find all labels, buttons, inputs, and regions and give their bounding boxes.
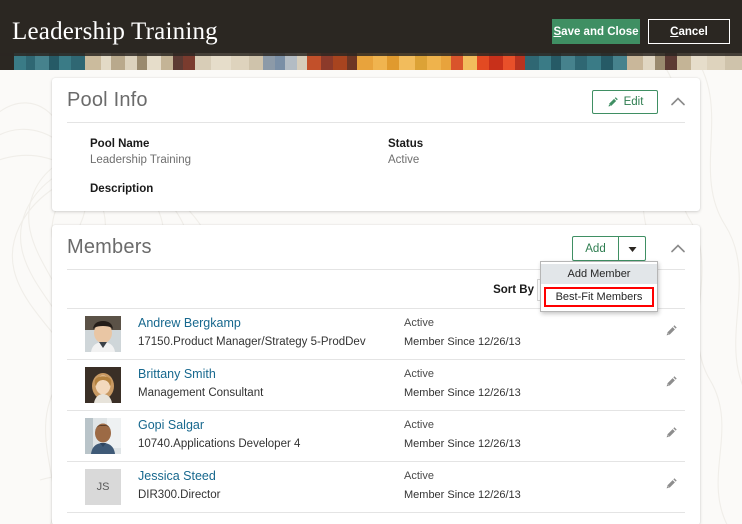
pool-info-title: Pool Info (67, 89, 148, 111)
cancel-label-rest: ancel (678, 25, 708, 38)
field-pool-name-value: Leadership Training (90, 154, 192, 166)
edit-button[interactable]: Edit (592, 90, 658, 114)
members-collapse-toggle[interactable] (668, 239, 688, 259)
member-name-link[interactable]: Gopi Salgar (138, 418, 204, 432)
decorative-banner-strip (0, 53, 742, 70)
member-job-title: DIR300.Director (138, 489, 221, 501)
field-pool-name-label: Pool Name (90, 138, 150, 150)
avatar-initials: JS (96, 481, 110, 493)
pool-info-card: Pool Info Edit Pool Name Leadership Trai… (52, 78, 700, 211)
add-dropdown-menu[interactable]: Add Member Best-Fit Members (540, 261, 658, 312)
avatar (85, 418, 121, 454)
members-title: Members (67, 236, 152, 258)
member-since: Member Since 12/26/13 (404, 438, 521, 450)
member-name-link[interactable]: Jessica Steed (138, 469, 216, 483)
member-since: Member Since 12/26/13 (404, 489, 521, 501)
members-card: Members Add Sort By Andrew Bergkamp 1715… (52, 225, 700, 524)
save-and-close-button[interactable]: Save and Close (552, 19, 640, 44)
row-edit-button[interactable] (661, 323, 681, 343)
pencil-icon (665, 426, 678, 444)
member-status: Active (404, 470, 434, 482)
member-since: Member Since 12/26/13 (404, 387, 521, 399)
edit-button-label: Edit (623, 96, 644, 108)
table-row[interactable]: Brittany Smith Management Consultant Act… (67, 360, 685, 411)
member-job-title: Management Consultant (138, 387, 264, 399)
caret-down-icon (628, 240, 637, 258)
save-label-rest: ave and Close (561, 25, 639, 38)
pool-info-divider (67, 122, 685, 123)
cancel-button[interactable]: Cancel (648, 19, 730, 44)
members-list: Andrew Bergkamp 17150.Product Manager/St… (52, 309, 700, 513)
content-area: Pool Info Edit Pool Name Leadership Trai… (0, 70, 742, 524)
avatar: JS (85, 469, 121, 505)
app-header: Leadership Training Save and Close Cance… (0, 0, 742, 53)
menu-item-add-member[interactable]: Add Member (541, 264, 657, 284)
add-split-button[interactable]: Add (572, 236, 646, 261)
page-root: Leadership Training Save and Close Cance… (0, 0, 742, 524)
pencil-icon (665, 477, 678, 495)
menu-item-best-fit-members[interactable]: Best-Fit Members (544, 287, 654, 307)
field-pool-name: Pool Name Leadership Training (90, 138, 191, 166)
member-name-link[interactable]: Andrew Bergkamp (138, 316, 241, 330)
chevron-up-icon (671, 240, 685, 258)
member-status: Active (404, 419, 434, 431)
member-since: Member Since 12/26/13 (404, 336, 521, 348)
sort-by-label: Sort By (493, 284, 534, 296)
pencil-icon (665, 375, 678, 393)
pencil-icon (607, 96, 619, 108)
field-description: Description (90, 183, 153, 195)
add-dropdown-toggle[interactable] (618, 237, 645, 260)
avatar (85, 367, 121, 403)
row-edit-button[interactable] (661, 374, 681, 394)
add-button-label[interactable]: Add (573, 237, 618, 260)
table-row[interactable]: Andrew Bergkamp 17150.Product Manager/St… (67, 309, 685, 360)
pencil-icon (665, 324, 678, 342)
member-job-title: 10740.Applications Developer 4 (138, 438, 301, 450)
avatar (85, 316, 121, 352)
member-status: Active (404, 317, 434, 329)
member-status: Active (404, 368, 434, 380)
member-name-link[interactable]: Brittany Smith (138, 367, 216, 381)
field-status: Status Active (388, 138, 423, 166)
table-row[interactable]: Gopi Salgar 10740.Applications Developer… (67, 411, 685, 462)
field-status-value: Active (388, 154, 420, 166)
chevron-up-icon (671, 93, 685, 111)
table-row[interactable]: JS Jessica Steed DIR300.Director Active … (67, 462, 685, 513)
pool-info-header: Pool Info Edit (52, 78, 700, 128)
pool-info-collapse-toggle[interactable] (668, 92, 688, 112)
row-edit-button[interactable] (661, 425, 681, 445)
field-description-label: Description (90, 183, 154, 195)
field-status-label: Status (388, 138, 424, 150)
row-edit-button[interactable] (661, 476, 681, 496)
member-job-title: 17150.Product Manager/Strategy 5-ProdDev (138, 336, 366, 348)
page-title: Leadership Training (12, 18, 218, 45)
